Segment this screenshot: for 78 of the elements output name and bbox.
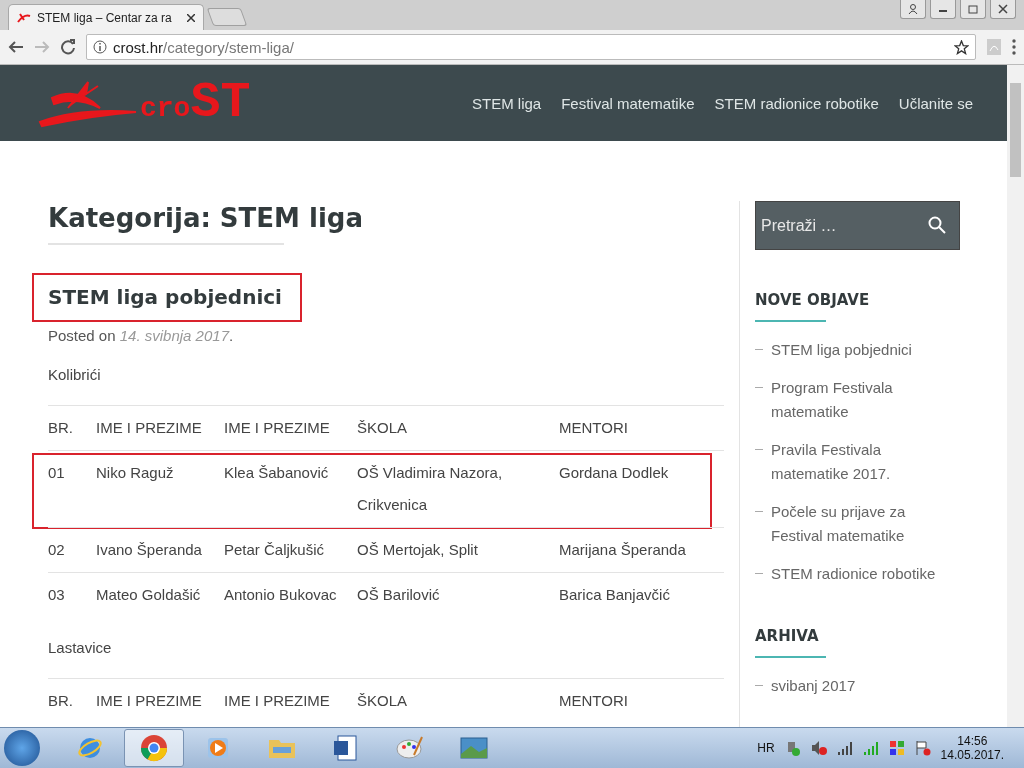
flag-icon[interactable] [914,740,931,756]
landscape-icon [459,736,489,760]
widget-link[interactable]: Program Festivala matematike [771,376,961,424]
new-tab-button[interactable] [206,8,248,26]
nav-link[interactable]: STEM liga [472,94,542,112]
info-icon [93,40,107,54]
section-heading: Kolibrići [48,366,102,383]
close-icon [998,4,1008,14]
column-header: IME I PREZIME [96,678,224,723]
back-icon[interactable] [8,39,24,55]
table-cell: Niko Raguž [96,450,224,527]
nav-link[interactable]: Učlanite se [898,94,973,112]
column-header: ŠKOLA [357,405,559,450]
speaker-muted-icon[interactable] [810,740,827,756]
widget-link[interactable]: STEM radionice robotike [771,562,961,586]
page-title: Kategorija: STEM liga [48,202,364,235]
column-header: ŠKOLA [357,678,559,723]
widget-link[interactable]: svibanj 2017 [771,674,961,698]
table-cell: Antonio Bukovac [224,572,357,617]
widget-title: ARHIVA [755,626,820,647]
table-cell: OŠ Vladimira Nazora, Crikvenica [357,450,559,527]
logo-text: croST [140,78,251,128]
table-cell: Mateo Goldašić [96,572,224,617]
scrollbar[interactable] [1007,65,1024,727]
person-icon [908,4,918,14]
widget-title: NOVE OBJAVE [755,290,871,311]
table-cell: OŠ Barilović [357,572,559,617]
grid-icon[interactable] [888,740,905,756]
table-cell: Klea Šabanović [224,450,357,527]
section-heading: Lastavice [48,639,113,656]
table-cell: Barica Banjavčić [559,572,724,617]
column-header: MENTORI [559,405,724,450]
widget-link[interactable]: STEM liga pobjednici [771,338,961,362]
table-cell: OŠ Mertojak, Split [357,527,559,572]
column-header: BR. [48,405,96,450]
table-cell: 03 [48,572,96,617]
menu-icon[interactable] [1012,39,1016,55]
browser-tab[interactable]: STEM liga – Centar za ra [8,4,204,30]
search-field[interactable]: Pretraži … [755,201,960,250]
column-header: BR. [48,678,96,723]
nav-link[interactable]: Festival matematike [561,94,695,112]
column-header: IME I PREZIME [96,405,224,450]
maximize-icon [968,4,978,14]
table-cell: Ivano Šperanda [96,527,224,572]
close-button[interactable] [990,0,1016,19]
reload-icon[interactable] [60,39,76,55]
address-field[interactable]: crost.hr/category/stem-liga/ [86,34,976,60]
scrollbar-thumb[interactable] [1010,83,1021,177]
chrome-icon [140,734,168,762]
widget-link[interactable]: Pravila Festivala matematike 2017. [771,438,961,486]
table-cell: Gordana Dodlek [559,450,724,527]
widget-link[interactable]: Počele su prijave za Festival matematike [771,500,961,548]
clock-date[interactable]: 14.05.2017. [940,748,1004,762]
minimize-button[interactable] [930,0,956,19]
user-button[interactable] [900,0,926,19]
url-text: crost.hr/category/stem-liga/ [113,38,295,56]
table-cell: 02 [48,527,96,572]
post-meta: Posted on 14. svibnja 2017. [48,327,235,344]
nav-link[interactable]: STEM radionice robotike [714,94,879,112]
play-icon [205,735,231,761]
language-indicator[interactable]: HR [757,741,775,755]
post-title[interactable]: STEM liga pobjednici [48,285,282,309]
column-header: IME I PREZIME [224,405,357,450]
column-header: IME I PREZIME [224,678,357,723]
taskbar-button[interactable] [124,729,184,767]
palette-icon [396,735,424,761]
signal-icon[interactable] [836,740,853,756]
start-button[interactable] [4,730,40,766]
logo-icon [17,11,31,24]
column-header: MENTORI [559,678,724,723]
table-cell: Petar Čaljkušić [224,527,357,572]
search-icon[interactable] [928,216,946,234]
clock-time[interactable]: 14:56 [957,734,988,748]
table-cell: Marijana Šperanda [559,527,724,572]
close-icon[interactable] [187,13,195,22]
document-w-icon [333,734,359,762]
table-cell: 01 [48,450,96,527]
star-icon[interactable] [954,39,969,55]
